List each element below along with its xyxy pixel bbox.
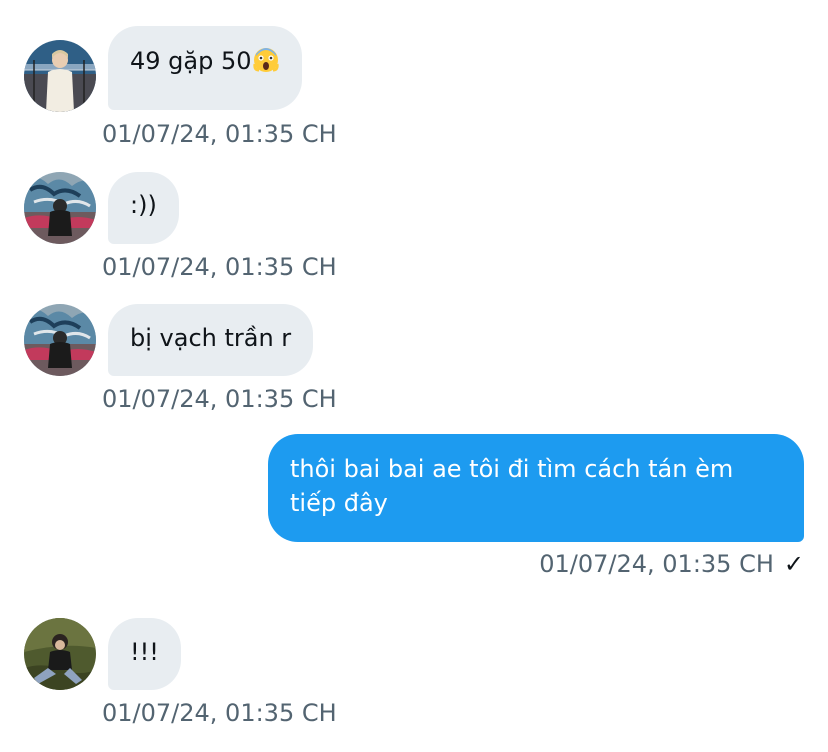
avatar-graffiti-wall <box>24 304 96 376</box>
message-text: bị vạch trần r <box>130 324 292 352</box>
message-text: !!! <box>130 638 159 666</box>
avatar[interactable] <box>24 304 96 376</box>
message-bubble[interactable]: !!! <box>108 618 181 690</box>
message-text: thôi bai bai ae tôi đi tìm cách tán èm t… <box>290 455 734 517</box>
message-timestamp: 01/07/24, 01:35 CH <box>102 699 337 727</box>
message-bubble[interactable]: bị vạch trần r <box>108 304 314 376</box>
message-meta: 01/07/24, 01:35 CH ✓ <box>539 550 804 578</box>
message-bubble-outgoing[interactable]: thôi bai bai ae tôi đi tìm cách tán èm t… <box>268 434 804 542</box>
message-timestamp: 01/07/24, 01:35 CH <box>102 120 337 148</box>
avatar-graffiti-wall <box>24 172 96 244</box>
message-text: 49 gặp 50 <box>130 47 252 75</box>
avatar[interactable] <box>24 172 96 244</box>
avatar-person-standing <box>24 40 96 112</box>
message-timestamp: 01/07/24, 01:35 CH <box>539 550 774 578</box>
message-bubble[interactable]: :)) <box>108 172 179 244</box>
check-icon: ✓ <box>783 550 804 578</box>
message-bubble[interactable]: 49 gặp 50 <box>108 26 302 110</box>
avatar[interactable] <box>24 40 96 112</box>
avatar-person-sitting-grass <box>24 618 96 690</box>
message-text: :)) <box>130 191 157 219</box>
message-timestamp: 01/07/24, 01:35 CH <box>102 385 337 413</box>
screaming-face-icon <box>252 48 279 72</box>
avatar[interactable] <box>24 618 96 690</box>
message-timestamp: 01/07/24, 01:35 CH <box>102 253 337 281</box>
